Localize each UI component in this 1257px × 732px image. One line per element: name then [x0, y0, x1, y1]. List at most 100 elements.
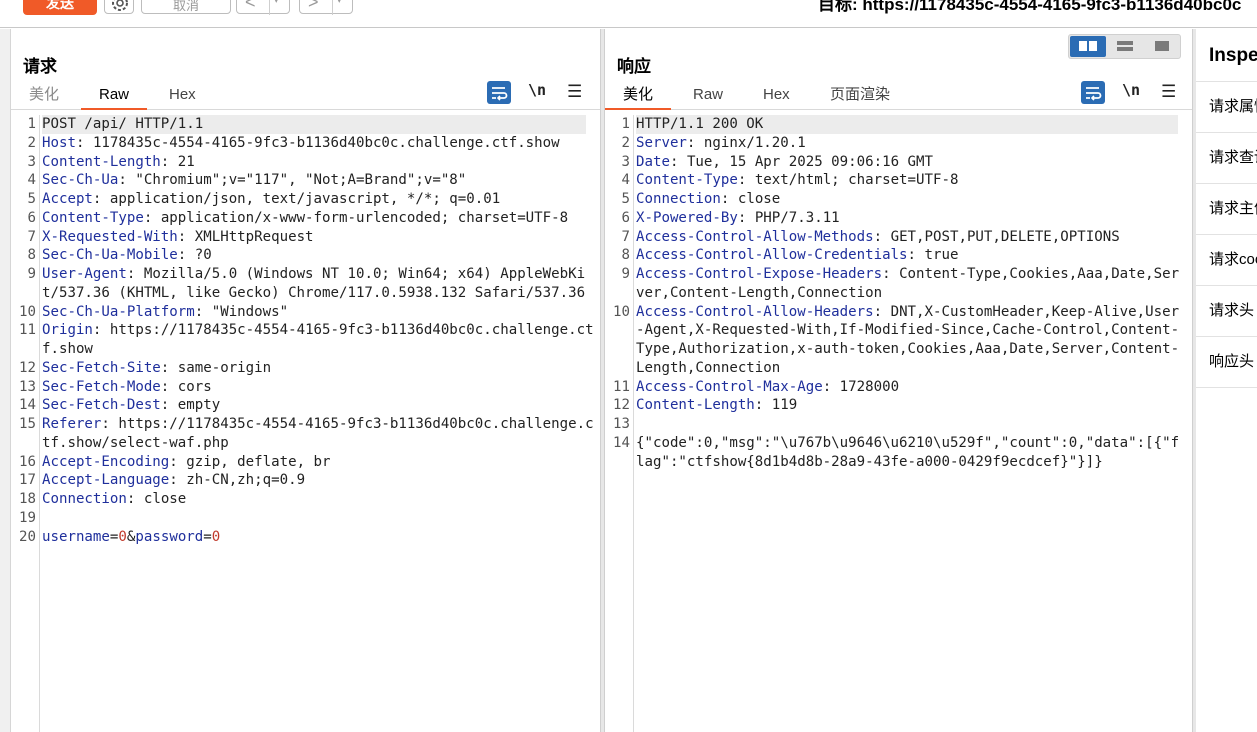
code-line: 5 Connection: close: [605, 190, 1192, 209]
header-name: Connection: [42, 491, 127, 507]
code-line: 9 User-Agent: Mozilla/5.0 (Windows NT 10.…: [11, 265, 600, 303]
columns-icon: [1079, 41, 1097, 51]
tab-raw[interactable]: Raw: [81, 83, 148, 110]
stacked-layout-button[interactable]: [1107, 36, 1143, 57]
header-value: 1728000: [839, 378, 900, 395]
line-number: 2: [27, 134, 37, 151]
header-separator: :: [118, 172, 136, 189]
header-name: Sec-Ch-Ua: [42, 172, 119, 189]
inspector-item-request-headers[interactable]: 请求头: [1196, 286, 1257, 337]
code-line: 13 Sec-Fetch-Mode: cors: [11, 378, 600, 397]
code-line: 3 Content-Length: 21: [11, 153, 600, 172]
header-value: nginx/1.20.1: [703, 134, 806, 151]
code-line: 14 Sec-Fetch-Dest: empty: [11, 396, 600, 415]
header-value: "Windows": [211, 303, 289, 320]
tab-raw[interactable]: Raw: [675, 83, 741, 110]
line-text: {"code":0,"msg":"\u767b\u9646\u6210\u529…: [636, 434, 1180, 470]
code-line: 7 X-Requested-With: XMLHttpRequest: [11, 228, 600, 247]
menu-icon[interactable]: ☰: [567, 82, 582, 102]
header-separator: :: [177, 228, 195, 245]
header-separator: :: [873, 228, 891, 245]
header-separator: :: [669, 153, 687, 170]
side-by-side-layout-button[interactable]: [1070, 36, 1106, 57]
tab-render[interactable]: 页面渲染: [812, 83, 908, 110]
inspector-item-body-params[interactable]: 请求主体参数: [1196, 184, 1257, 235]
param-value: 0: [211, 528, 221, 545]
line-number: 18: [19, 491, 36, 507]
header-name: Content-Length: [42, 153, 161, 170]
inspector-item-query-params[interactable]: 请求查询参数: [1196, 133, 1257, 184]
forward-button[interactable]: > ▾: [299, 0, 353, 15]
chevron-down-icon[interactable]: ▾: [274, 0, 279, 6]
line-number: 9: [27, 266, 37, 282]
code-line: 2 Server: nginx/1.20.1: [605, 134, 1192, 153]
settings-button[interactable]: [104, 0, 134, 14]
line-number: 6: [621, 209, 631, 226]
response-lines: 1 HTTP/1.1 200 OK 2 Server: nginx/1.20.1 3 Da…: [605, 115, 1192, 471]
response-editor[interactable]: 1 HTTP/1.1 200 OK 2 Server: nginx/1.20.1 3 Da…: [605, 115, 1192, 732]
line-number: 8: [27, 247, 37, 264]
header-separator: :: [101, 416, 119, 432]
code-line: 6 X-Powered-By: PHP/7.3.11: [605, 209, 1192, 228]
request-editor[interactable]: 1 POST /api/ HTTP/1.1 2 Host: 1178435c-4554…: [11, 115, 600, 732]
header-name: X-Requested-With: [42, 228, 178, 245]
header-value: https://1178435c-4554-4165-9fc3-b1136d40…: [42, 322, 594, 357]
newline-icon[interactable]: \n: [528, 81, 546, 99]
header-value: close: [737, 191, 781, 207]
divider: [269, 0, 270, 15]
code-line: 1 HTTP/1.1 200 OK: [605, 115, 1192, 134]
body-line: 20 username=0&password=0: [11, 528, 600, 547]
header-separator: :: [92, 191, 110, 207]
back-button[interactable]: < ▾: [236, 0, 290, 15]
newline-icon[interactable]: \n: [1122, 81, 1140, 99]
send-button[interactable]: 发送: [23, 0, 97, 15]
header-separator: :: [873, 303, 891, 320]
header-separator: :: [686, 134, 704, 151]
code-line: 17 Accept-Language: zh-CN,zh;q=0.9: [11, 471, 600, 490]
header-value: 1178435c-4554-4165-9fc3-b1136d40bc0c.cha…: [92, 134, 560, 151]
header-value: ?0: [194, 247, 212, 264]
chevron-down-icon[interactable]: ▾: [337, 0, 342, 6]
tab-hex[interactable]: Hex: [151, 83, 214, 110]
header-name: User-Agent: [42, 266, 127, 282]
line-number: 1: [621, 116, 631, 132]
header-value: application/json, text/javascript, */*; …: [109, 191, 501, 207]
header-value: gzip, deflate, br: [186, 453, 331, 470]
line-number: 13: [19, 378, 36, 395]
header-name: Access-Control-Max-Age: [636, 378, 823, 395]
wrap-lines-icon[interactable]: [1081, 81, 1105, 104]
target-label[interactable]: 目标: https://1178435c-4554-4165-9fc3-b113…: [818, 0, 1241, 15]
header-separator: :: [169, 453, 187, 470]
header-name: Accept-Encoding: [42, 453, 170, 470]
tab-pretty[interactable]: 美化: [605, 83, 672, 110]
code-line: 8 Access-Control-Allow-Credentials: true: [605, 246, 1192, 265]
wrap-lines-icon[interactable]: [487, 81, 511, 104]
tab-pretty[interactable]: 美化: [11, 83, 77, 110]
code-line: 19​: [11, 509, 600, 528]
line-number: 10: [613, 303, 630, 320]
header-separator: :: [160, 397, 178, 414]
cancel-button[interactable]: 取消: [141, 0, 231, 14]
header-name: Host: [42, 134, 76, 151]
header-value: PHP/7.3.11: [754, 209, 840, 226]
menu-icon[interactable]: ☰: [1161, 82, 1176, 102]
line-number: 10: [19, 303, 36, 320]
code-line: 5 Accept: application/json, text/javascri…: [11, 190, 600, 209]
header-name: Server: [636, 134, 687, 151]
header-value: XMLHttpRequest: [194, 228, 314, 245]
header-separator: :: [126, 266, 144, 282]
inspector-item-request-attributes[interactable]: 请求属性: [1196, 82, 1257, 133]
divider: [332, 0, 333, 15]
line-number: 11: [19, 322, 36, 339]
line-number: 3: [27, 153, 37, 170]
inspector-item-request-cookies[interactable]: 请求cookie: [1196, 235, 1257, 286]
header-name: Content-Type: [42, 209, 144, 226]
forward-arrow-icon: >: [308, 0, 319, 12]
code-line: 12 Sec-Fetch-Site: same-origin: [11, 359, 600, 378]
line-text: POST /api/ HTTP/1.1: [42, 116, 204, 132]
tabbed-layout-button[interactable]: [1144, 36, 1180, 57]
tab-hex[interactable]: Hex: [745, 83, 808, 110]
header-separator: :: [720, 191, 738, 207]
line-number: 4: [621, 172, 631, 189]
inspector-item-response-headers[interactable]: 响应头: [1196, 337, 1257, 388]
